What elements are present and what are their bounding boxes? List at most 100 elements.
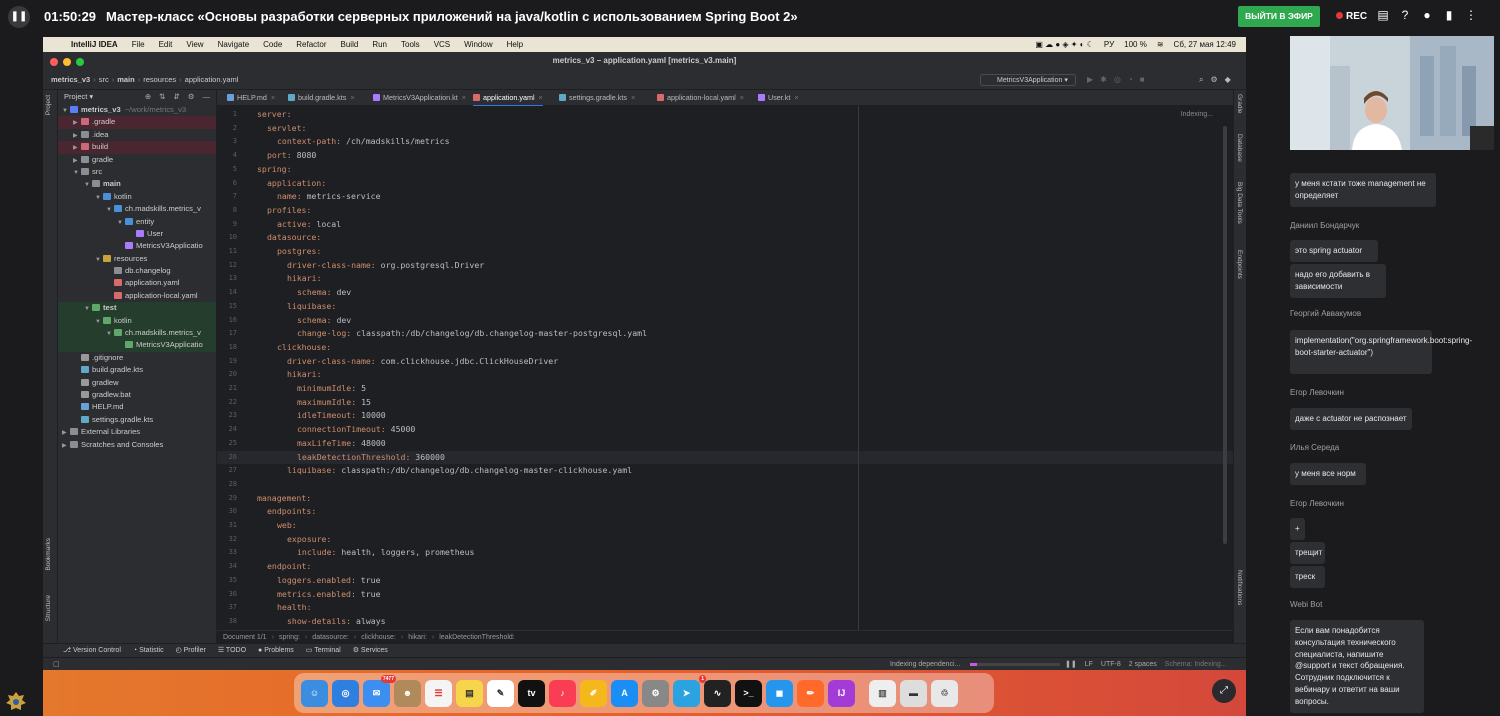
tab-metricsv3application-kt[interactable]: MetricsV3Application.kt × (373, 90, 466, 105)
tool-window-todo[interactable]: ☰ TODO (218, 644, 246, 658)
language-indicator[interactable]: РУ (1104, 37, 1114, 52)
close-tab-icon[interactable]: × (350, 93, 354, 102)
editor-scrollbar[interactable] (1223, 126, 1227, 544)
mac-menu-item-help[interactable]: Help (507, 37, 523, 52)
tree-item-metrics-v3[interactable]: ▼ metrics_v3 ~/work/metrics_v3 (58, 104, 216, 116)
finder-icon[interactable]: ☺ (301, 679, 328, 707)
breadcrumb-item[interactable]: metrics_v3 (51, 75, 90, 84)
system-settings-icon[interactable]: ⚙ (642, 679, 669, 707)
rec-indicator[interactable]: REC (1336, 11, 1367, 22)
search-icon[interactable]: ⌕ (1199, 75, 1203, 85)
close-tab-icon[interactable]: × (271, 93, 275, 102)
code-line[interactable]: liquibase: (287, 301, 336, 311)
tree-item-db-changelog[interactable]: db.changelog (58, 265, 216, 277)
tree-item-test[interactable]: ▼ test (58, 302, 216, 315)
chat-icon[interactable]: ▤ (1376, 8, 1390, 22)
code-line[interactable]: web: (277, 520, 297, 530)
postman-icon[interactable]: ✏ (797, 679, 824, 707)
tree-item-gradlew[interactable]: gradlew (58, 377, 216, 389)
coverage-icon[interactable]: ◎ (1114, 75, 1121, 84)
editor-breadcrumb-item[interactable]: datasource: (312, 634, 349, 641)
code-line[interactable]: show-details: always (287, 616, 386, 626)
collapse-icon[interactable]: ⇅ (159, 90, 165, 104)
code-line[interactable]: exposure: (287, 534, 331, 544)
project-tool-tab[interactable]: Project (45, 95, 52, 115)
code-line[interactable]: context-path: /ch/madskills/metrics (277, 136, 450, 146)
code-line[interactable]: driver-class-name: org.postgresql.Driver (287, 260, 484, 270)
activity-monitor-icon[interactable]: ∿ (704, 679, 731, 707)
tree-item-settings-gradle-kts[interactable]: settings.gradle.kts (58, 414, 216, 426)
contacts-icon[interactable]: ☻ (394, 679, 421, 707)
code-line[interactable]: idleTimeout: 10000 (297, 410, 386, 420)
code-line[interactable]: management: (257, 493, 311, 503)
tool-window-problems[interactable]: ● Problems (258, 644, 294, 658)
code-editor[interactable]: Indexing... 1 server: 2 servlet: 3 context-pa… (217, 106, 1233, 630)
code-line[interactable]: datasource: (267, 232, 321, 242)
tool-window-profiler[interactable]: ◴ Profiler (176, 644, 206, 658)
document-icon[interactable]: ▮ (1442, 8, 1456, 22)
code-line[interactable]: postgres: (277, 246, 321, 256)
code-line[interactable]: active: local (277, 219, 341, 229)
mac-menu-item-navigate[interactable]: Navigate (218, 37, 250, 52)
close-tab-icon[interactable]: × (462, 93, 466, 102)
app-store-icon[interactable]: A (611, 679, 638, 707)
code-line[interactable]: schema: dev (297, 315, 351, 325)
bookmarks-tool-tab[interactable]: Bookmarks (45, 538, 52, 571)
code-line[interactable]: maxLifeTime: 48000 (297, 438, 386, 448)
freeform-icon[interactable]: ✎ (487, 679, 514, 707)
code-line[interactable]: metrics.enabled: true (277, 589, 381, 599)
editor-breadcrumb-item[interactable]: leakDetectionThreshold: (439, 634, 515, 641)
big-data-tools-tab[interactable]: Big Data Tools (1236, 182, 1243, 224)
fullscreen-button[interactable]: ⤢ (1212, 679, 1236, 703)
mac-menu-item-file[interactable]: File (132, 37, 145, 52)
tree-item-entity[interactable]: ▼ entity (58, 216, 216, 228)
code-line[interactable]: schema: dev (297, 287, 351, 297)
run-config-select[interactable]: MetricsV3Application ▾ (980, 74, 1076, 86)
database-tool-tab[interactable]: Database (1236, 134, 1243, 162)
code-line[interactable]: endpoints: (267, 506, 316, 516)
user-icon[interactable]: ● (1420, 8, 1434, 22)
docker-icon[interactable]: ◼ (766, 679, 793, 707)
tree-item-metricsv3applicatio[interactable]: MetricsV3Applicatio (58, 240, 216, 252)
tree-item-application-yaml[interactable]: application.yaml (58, 277, 216, 289)
go-live-button[interactable]: ВЫЙТИ В ЭФИР (1238, 6, 1320, 27)
chevron-icon[interactable]: ▶ (62, 440, 70, 452)
editor-breadcrumb-item[interactable]: hikari: (408, 634, 427, 641)
tree-item-kotlin[interactable]: ▼ kotlin (58, 314, 216, 328)
pause-button[interactable]: ❚❚ (8, 6, 30, 28)
mac-menu-item-intellij-idea[interactable]: IntelliJ IDEA (71, 37, 118, 52)
code-line[interactable]: port: 8080 (267, 150, 316, 160)
mac-menu-item-edit[interactable]: Edit (159, 37, 173, 52)
code-line[interactable]: profiles: (267, 205, 311, 215)
wifi-icon[interactable]: ≋ (1157, 37, 1164, 52)
code-line[interactable]: driver-class-name: com.clickhouse.jdbc.C… (287, 356, 558, 366)
code-line[interactable]: application: (267, 178, 326, 188)
tree-item--idea[interactable]: ▶ .idea (58, 129, 216, 141)
document-file-icon[interactable]: ▥ (869, 679, 896, 707)
close-tab-icon[interactable]: × (539, 93, 543, 102)
mac-menu-item-window[interactable]: Window (464, 37, 492, 52)
structure-tool-tab[interactable]: Structure (45, 595, 52, 621)
debug-icon[interactable]: ✱ (1100, 75, 1107, 84)
locate-icon[interactable]: ⊕ (145, 90, 151, 104)
reminders-icon[interactable]: ☰ (425, 679, 452, 707)
hide-icon[interactable]: — (203, 90, 211, 104)
breadcrumb-item[interactable]: application.yaml (185, 75, 239, 84)
endpoints-tool-tab[interactable]: Endpoints (1236, 250, 1243, 279)
mac-menu-item-tools[interactable]: Tools (401, 37, 420, 52)
code-line[interactable]: loggers.enabled: true (277, 575, 381, 585)
code-line[interactable]: server: (257, 109, 292, 119)
menu-clock[interactable]: Сб, 27 мая 12:49 (1174, 37, 1236, 52)
window-preview-icon[interactable]: ▬ (900, 679, 927, 707)
editor-breadcrumb-item[interactable]: clickhouse: (361, 634, 396, 641)
tab-user-kt[interactable]: User.kt × (758, 90, 799, 105)
plugin-icon[interactable]: ◆ (1225, 75, 1231, 85)
tool-window-statistic[interactable]: ◔ Statistic (133, 644, 164, 658)
stop-icon[interactable]: ■ (1140, 75, 1145, 84)
code-line[interactable]: endpoint: (267, 561, 311, 571)
mac-menu-item-refactor[interactable]: Refactor (296, 37, 326, 52)
close-tab-icon[interactable]: × (631, 93, 635, 102)
tab-build-gradle-kts[interactable]: build.gradle.kts × (288, 90, 355, 105)
mail-icon[interactable]: ✉ 7477 (363, 674, 396, 707)
project-panel-title[interactable]: Project (64, 92, 87, 101)
